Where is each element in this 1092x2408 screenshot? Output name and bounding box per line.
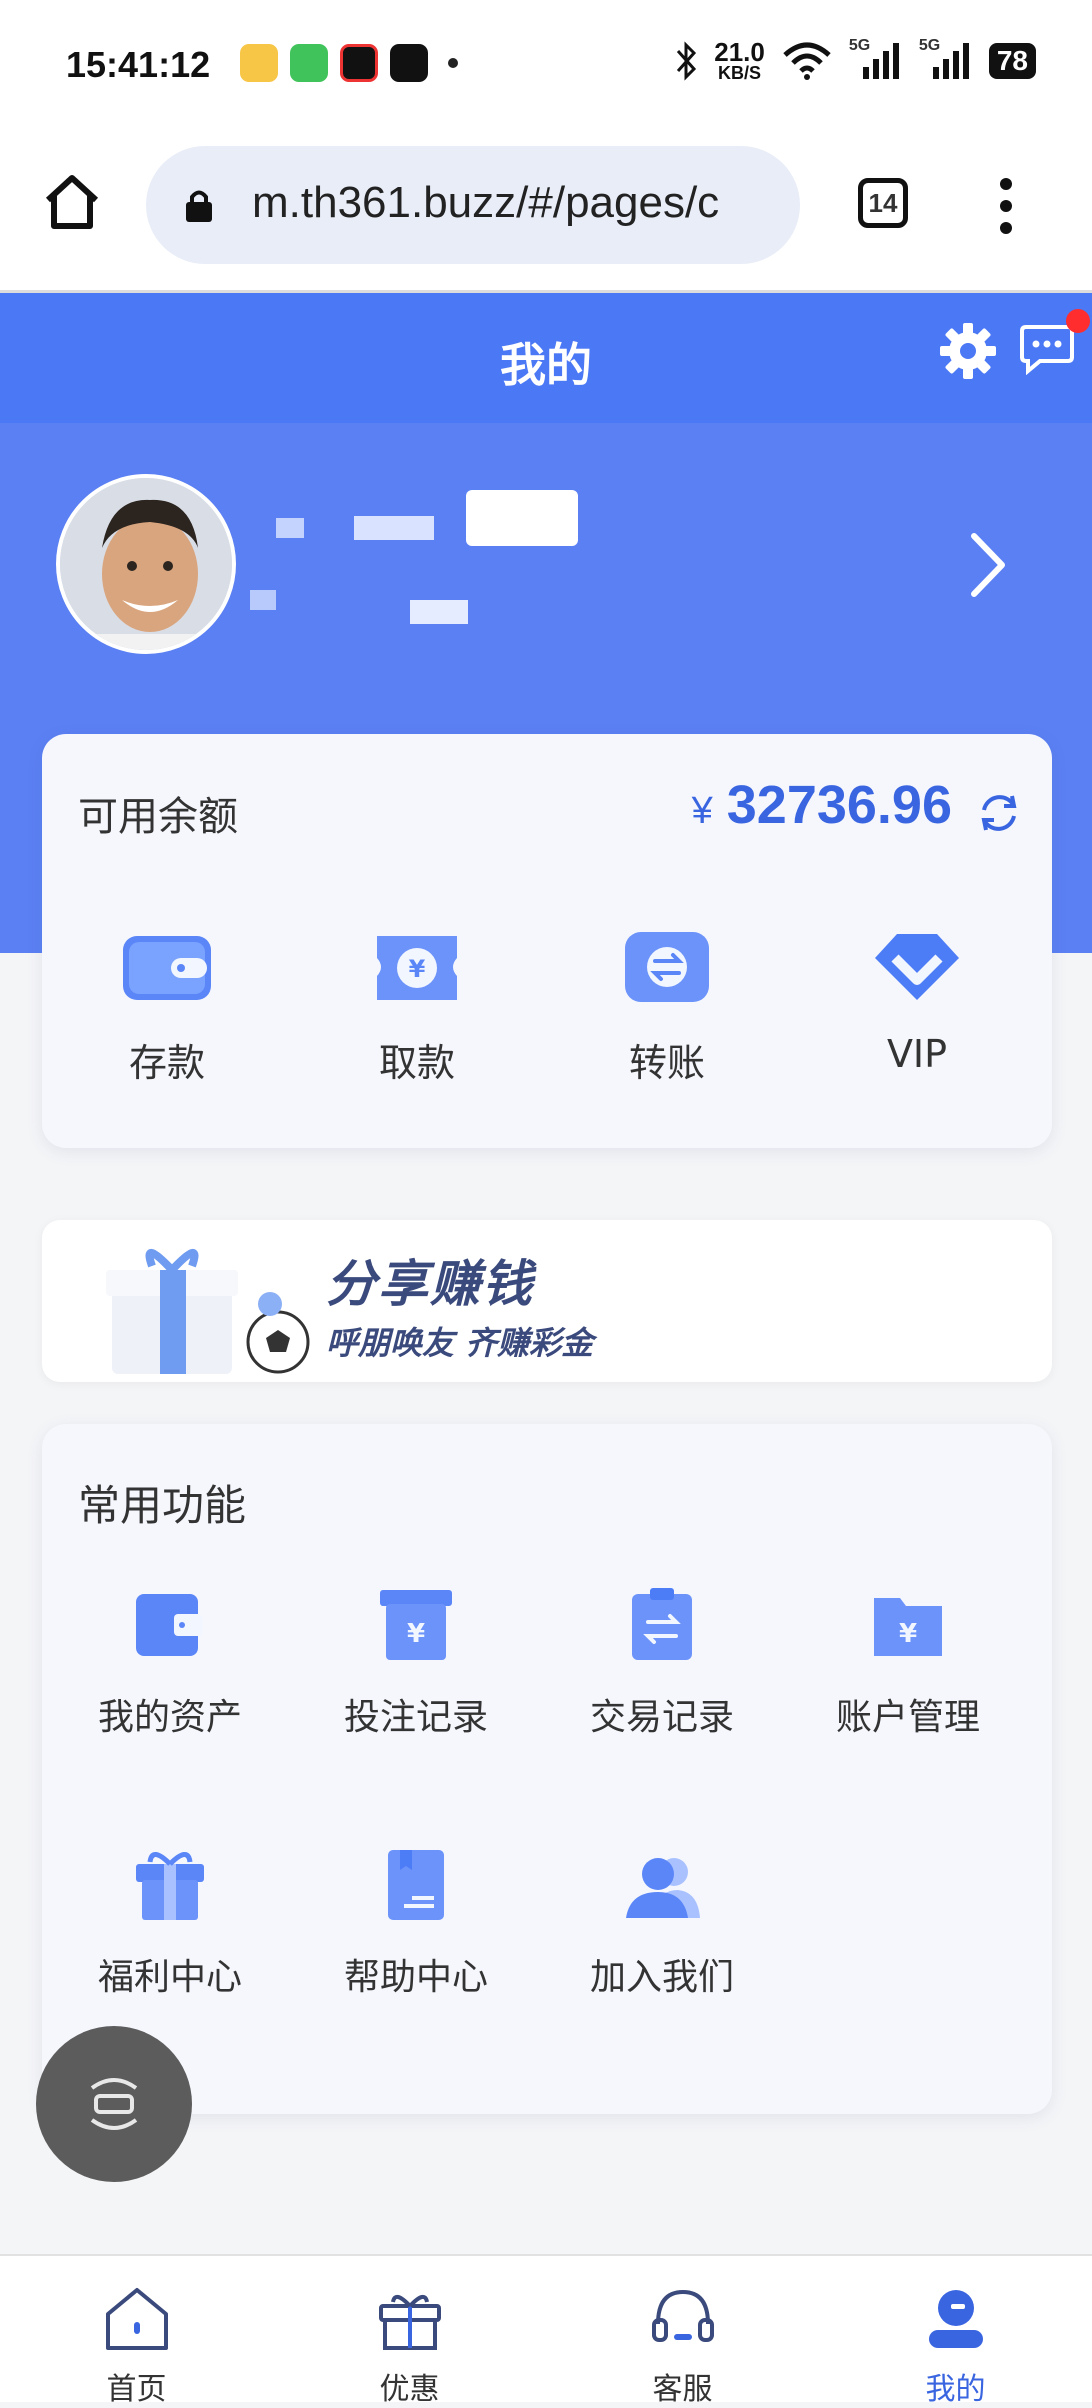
balance-label: 可用余额 xyxy=(78,794,238,840)
balance-card: 可用余额 ¥32736.96 存款 ¥ 取款 转账 VIP xyxy=(42,734,1052,1148)
transfer-icon xyxy=(625,932,709,1002)
more-vertical-icon[interactable] xyxy=(994,176,1018,236)
vip-button[interactable]: VIP xyxy=(792,924,1042,1087)
profile-icon xyxy=(928,2290,983,2348)
nav-home[interactable]: 首页 xyxy=(0,2256,273,2407)
nav-promotions[interactable]: 优惠 xyxy=(273,2256,546,2407)
refresh-icon[interactable] xyxy=(976,790,1022,836)
transaction-clipboard-icon xyxy=(632,1588,692,1660)
transaction-records-button[interactable]: 交易记录 xyxy=(544,1584,780,1844)
my-assets-button[interactable]: 我的资产 xyxy=(52,1584,288,1844)
gift-box-icon xyxy=(106,1249,310,1374)
wifi-icon xyxy=(783,42,831,80)
bottom-navigation: 首页 优惠 客服 我的 xyxy=(0,2254,1092,2407)
nav-mine[interactable]: 我的 xyxy=(819,2256,1092,2407)
unread-badge xyxy=(1066,309,1090,333)
top-navigation-bar: 我的 xyxy=(0,293,1092,423)
help-center-label: 帮助中心 xyxy=(343,1957,488,1998)
nav-mine-label: 我的 xyxy=(925,2372,986,2407)
scan-icon xyxy=(90,2078,138,2130)
bet-records-label: 投注记录 xyxy=(343,1697,488,1738)
browser-url-bar: m.th361.buzz/#/pages/c 14 xyxy=(0,130,1092,293)
home-icon[interactable] xyxy=(40,170,104,234)
lock-icon xyxy=(186,190,212,222)
signal-strength-1: 5G xyxy=(849,37,903,81)
bet-box-icon: ¥ xyxy=(380,1590,452,1660)
gift-icon xyxy=(136,1852,204,1920)
account-management-button[interactable]: ¥ 账户管理 xyxy=(790,1584,1026,1844)
share-earn-banner[interactable]: 分享赚钱 呼朋唤友 齐赚彩金 xyxy=(42,1220,1052,1382)
battery-level: 78 xyxy=(988,43,1036,79)
vip-label: VIP xyxy=(886,1032,948,1076)
help-center-button[interactable]: 帮助中心 xyxy=(298,1844,534,2104)
nav-promotions-label: 优惠 xyxy=(379,2372,440,2407)
account-folder-icon: ¥ xyxy=(874,1598,942,1656)
yuan-ticket-icon: ¥ xyxy=(377,936,457,1000)
withdraw-label: 取款 xyxy=(378,1041,455,1085)
currency-symbol: ¥ xyxy=(691,790,713,832)
svg-text:¥: ¥ xyxy=(899,1619,917,1649)
help-book-icon xyxy=(388,1850,444,1920)
wallet-icon xyxy=(136,1594,202,1656)
nav-customer-service[interactable]: 客服 xyxy=(546,2256,819,2407)
weibo-app-icon xyxy=(240,44,278,82)
nav-home-label: 首页 xyxy=(106,2372,167,2407)
network-speed: 21.0 KB/S xyxy=(714,37,765,83)
nav-customer-service-label: 客服 xyxy=(652,2372,713,2407)
signal-strength-2: 5G xyxy=(919,37,973,81)
gift-icon xyxy=(378,2294,441,2350)
banner-title: 分享赚钱 xyxy=(326,1255,534,1313)
messages-app-icon xyxy=(290,44,328,82)
svg-text:¥: ¥ xyxy=(407,1619,425,1649)
video-app-icon xyxy=(340,44,378,82)
news-app-icon xyxy=(390,44,428,82)
transfer-button[interactable]: 转账 xyxy=(542,924,792,1087)
floating-scan-button[interactable] xyxy=(36,2026,192,2182)
page-title: 我的 xyxy=(500,338,592,392)
common-functions-card: 常用功能 我的资产 ¥ 投注记录 交易记录 ¥ 账户管理 福利中心 帮助中心 加… xyxy=(42,1424,1052,2114)
home-icon xyxy=(105,2288,168,2350)
section-title: 常用功能 xyxy=(78,1481,247,1530)
transfer-label: 转账 xyxy=(628,1041,705,1085)
headset-icon xyxy=(651,2289,714,2342)
address-field[interactable]: m.th361.buzz/#/pages/c xyxy=(146,146,800,264)
banner-subtitle: 呼朋唤友 齐赚彩金 xyxy=(326,1324,594,1362)
chevron-right-icon[interactable] xyxy=(968,530,1008,600)
tab-switcher-button[interactable]: 14 xyxy=(858,178,908,228)
withdraw-button[interactable]: ¥ 取款 xyxy=(292,924,542,1087)
users-icon xyxy=(626,1858,700,1918)
gear-icon[interactable] xyxy=(938,321,998,381)
user-name-blurred xyxy=(210,490,580,630)
join-us-button[interactable]: 加入我们 xyxy=(544,1844,780,2104)
balance-amount: ¥32736.96 xyxy=(692,774,952,836)
svg-text:¥: ¥ xyxy=(409,955,426,983)
message-icon[interactable] xyxy=(1018,323,1076,375)
signal-bars-icon xyxy=(932,43,969,79)
status-bar: 15:41:12 21.0 KB/S 5G 5G 78 xyxy=(0,0,1092,130)
bluetooth-icon xyxy=(677,41,697,81)
wallet-icon xyxy=(123,936,211,1000)
network-speed-value: 21.0 xyxy=(714,37,765,67)
notification-icons xyxy=(240,44,458,82)
more-notifications-dot xyxy=(448,58,458,68)
deposit-label: 存款 xyxy=(128,1041,205,1085)
my-assets-label: 我的资产 xyxy=(97,1697,242,1738)
balance-actions: 存款 ¥ 取款 转账 VIP xyxy=(42,924,1052,1087)
bet-records-button[interactable]: ¥ 投注记录 xyxy=(298,1584,534,1844)
account-management-label: 账户管理 xyxy=(835,1697,980,1738)
functions-grid: 我的资产 ¥ 投注记录 交易记录 ¥ 账户管理 福利中心 帮助中心 加入我们 xyxy=(42,1584,1052,2104)
avatar[interactable] xyxy=(56,474,236,654)
vip-icon xyxy=(875,934,959,1000)
status-time: 15:41:12 xyxy=(66,44,211,85)
join-us-label: 加入我们 xyxy=(589,1957,734,1998)
network-speed-unit: KB/S xyxy=(718,63,762,83)
transaction-records-label: 交易记录 xyxy=(589,1697,734,1738)
balance-value: 32736.96 xyxy=(726,775,952,835)
welfare-center-label: 福利中心 xyxy=(97,1957,242,1998)
deposit-button[interactable]: 存款 xyxy=(42,924,292,1087)
url-text: m.th361.buzz/#/pages/c xyxy=(252,178,720,227)
signal-bars-icon xyxy=(862,43,899,79)
